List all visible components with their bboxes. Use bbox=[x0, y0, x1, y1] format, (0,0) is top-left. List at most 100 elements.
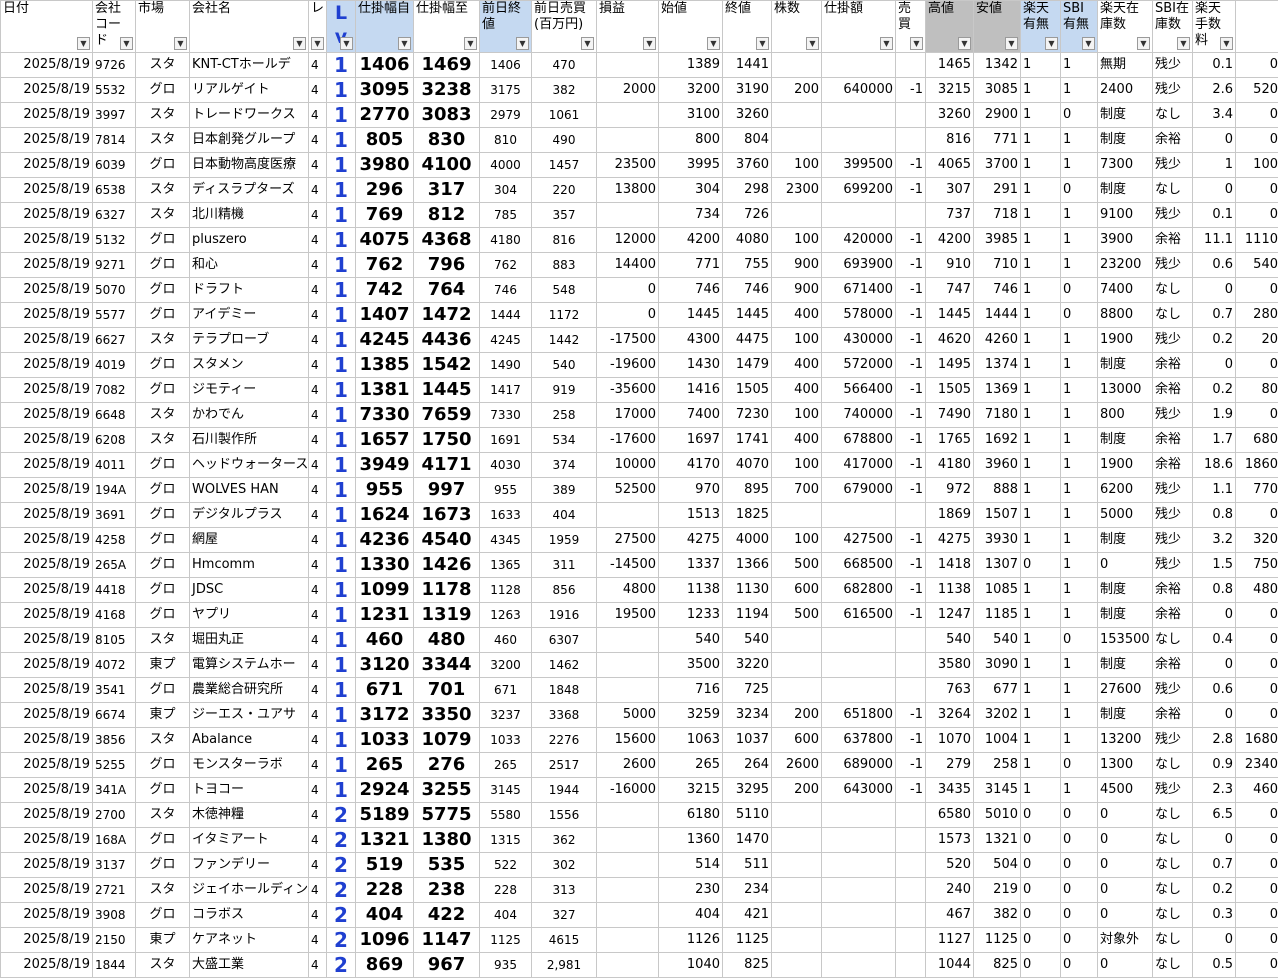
cell-from[interactable]: 3095 bbox=[355, 77, 414, 103]
cell-amount[interactable]: 740000 bbox=[821, 402, 896, 428]
cell-vol[interactable]: 919 bbox=[531, 377, 597, 403]
cell-lv[interactable]: 2 bbox=[326, 827, 356, 853]
cell-market[interactable]: スタ bbox=[135, 952, 190, 978]
cell-lv[interactable]: 1 bbox=[326, 777, 356, 803]
cell-prev[interactable]: 2979 bbox=[479, 102, 532, 128]
cell-market[interactable]: 東プ bbox=[135, 927, 190, 953]
cell-rk[interactable]: 1 bbox=[1020, 302, 1061, 328]
cell-low[interactable]: 1085 bbox=[973, 577, 1021, 603]
cell-market[interactable]: グロ bbox=[135, 452, 190, 478]
cell-fee2[interactable]: 750 bbox=[1235, 552, 1278, 578]
cell-prev[interactable]: 4345 bbox=[479, 527, 532, 553]
column-header-date[interactable]: 日付 ▼ bbox=[0, 0, 93, 53]
cell-open[interactable]: 230 bbox=[658, 877, 723, 903]
cell-market[interactable]: グロ bbox=[135, 227, 190, 253]
cell-level[interactable]: 4 bbox=[308, 227, 327, 253]
cell-level[interactable]: 4 bbox=[308, 427, 327, 453]
cell-pl[interactable]: -17500 bbox=[596, 327, 659, 353]
cell-rk[interactable]: 1 bbox=[1020, 277, 1061, 303]
cell-close[interactable]: 3760 bbox=[722, 152, 772, 178]
cell-shares[interactable]: 900 bbox=[771, 252, 822, 278]
cell-fee[interactable]: 0.7 bbox=[1192, 852, 1236, 878]
cell-low[interactable]: 771 bbox=[973, 127, 1021, 153]
cell-name[interactable]: ディスラプターズ bbox=[189, 177, 309, 203]
cell-shares[interactable]: 500 bbox=[771, 552, 822, 578]
cell-name[interactable]: Abalance bbox=[189, 727, 309, 753]
cell-market[interactable]: スタ bbox=[135, 877, 190, 903]
cell-from[interactable]: 742 bbox=[355, 277, 414, 303]
cell-from[interactable]: 296 bbox=[355, 177, 414, 203]
cell-vol[interactable]: 816 bbox=[531, 227, 597, 253]
cell-low[interactable]: 7180 bbox=[973, 402, 1021, 428]
cell-low[interactable]: 1185 bbox=[973, 602, 1021, 628]
cell-fee2[interactable]: 280 bbox=[1235, 302, 1278, 328]
cell-date[interactable]: 2025/8/19 bbox=[0, 102, 93, 128]
cell-sbi[interactable]: 1 bbox=[1060, 427, 1098, 453]
cell-from[interactable]: 1381 bbox=[355, 377, 414, 403]
cell-date[interactable]: 2025/8/19 bbox=[0, 177, 93, 203]
cell-vol[interactable]: 374 bbox=[531, 452, 597, 478]
cell-sbi[interactable]: 1 bbox=[1060, 202, 1098, 228]
cell-shares[interactable]: 2300 bbox=[771, 177, 822, 203]
cell-lv[interactable]: 1 bbox=[326, 627, 356, 653]
cell-from[interactable]: 1407 bbox=[355, 302, 414, 328]
cell-shares[interactable] bbox=[771, 852, 822, 878]
cell-level[interactable]: 4 bbox=[308, 327, 327, 353]
cell-amount[interactable] bbox=[821, 627, 896, 653]
cell-level[interactable]: 4 bbox=[308, 52, 327, 78]
cell-from[interactable]: 955 bbox=[355, 477, 414, 503]
cell-market[interactable]: グロ bbox=[135, 302, 190, 328]
cell-pl[interactable] bbox=[596, 877, 659, 903]
cell-sbi[interactable]: 1 bbox=[1060, 227, 1098, 253]
cell-side[interactable] bbox=[895, 802, 926, 828]
cell-side[interactable] bbox=[895, 502, 926, 528]
cell-vol[interactable]: 2,981 bbox=[531, 952, 597, 978]
cell-amount[interactable] bbox=[821, 102, 896, 128]
cell-lv[interactable]: 1 bbox=[326, 727, 356, 753]
cell-shares[interactable]: 100 bbox=[771, 452, 822, 478]
cell-high[interactable]: 1138 bbox=[925, 577, 974, 603]
cell-code[interactable]: 7082 bbox=[92, 377, 136, 403]
cell-rk[interactable]: 1 bbox=[1020, 102, 1061, 128]
cell-rkstock[interactable]: 制度 bbox=[1097, 527, 1153, 553]
cell-name[interactable]: ジーエス・ユアサ bbox=[189, 702, 309, 728]
column-header-prev[interactable]: 前日終値 ▼ bbox=[479, 0, 532, 53]
cell-market[interactable]: スタ bbox=[135, 327, 190, 353]
cell-amount[interactable] bbox=[821, 902, 896, 928]
cell-name[interactable]: 木徳神糧 bbox=[189, 802, 309, 828]
cell-market[interactable]: グロ bbox=[135, 477, 190, 503]
cell-open[interactable]: 404 bbox=[658, 902, 723, 928]
filter-dropdown-icon[interactable]: ▼ bbox=[1045, 37, 1058, 50]
cell-to[interactable]: 4100 bbox=[413, 152, 480, 178]
cell-pl[interactable]: 0 bbox=[596, 277, 659, 303]
cell-date[interactable]: 2025/8/19 bbox=[0, 652, 93, 678]
cell-amount[interactable]: 616500 bbox=[821, 602, 896, 628]
cell-rk[interactable]: 1 bbox=[1020, 502, 1061, 528]
cell-low[interactable]: 1374 bbox=[973, 352, 1021, 378]
cell-vol[interactable]: 362 bbox=[531, 827, 597, 853]
cell-pl[interactable]: -14500 bbox=[596, 552, 659, 578]
cell-name[interactable]: Hmcomm bbox=[189, 552, 309, 578]
cell-vol[interactable]: 1916 bbox=[531, 602, 597, 628]
cell-high[interactable]: 520 bbox=[925, 852, 974, 878]
cell-prev[interactable]: 762 bbox=[479, 252, 532, 278]
cell-low[interactable]: 677 bbox=[973, 677, 1021, 703]
cell-high[interactable]: 1127 bbox=[925, 927, 974, 953]
cell-lv[interactable]: 1 bbox=[326, 102, 356, 128]
cell-low[interactable]: 3202 bbox=[973, 702, 1021, 728]
cell-fee[interactable]: 0.6 bbox=[1192, 252, 1236, 278]
cell-fee2[interactable]: 20 bbox=[1235, 327, 1278, 353]
cell-sbistock[interactable]: 残少 bbox=[1152, 252, 1193, 278]
cell-high[interactable]: 4200 bbox=[925, 227, 974, 253]
cell-close[interactable]: 7230 bbox=[722, 402, 772, 428]
cell-code[interactable]: 6674 bbox=[92, 702, 136, 728]
cell-close[interactable]: 726 bbox=[722, 202, 772, 228]
cell-code[interactable]: 4072 bbox=[92, 652, 136, 678]
cell-prev[interactable]: 1691 bbox=[479, 427, 532, 453]
cell-low[interactable]: 888 bbox=[973, 477, 1021, 503]
cell-fee2[interactable]: 0 bbox=[1235, 277, 1278, 303]
cell-vol[interactable]: 258 bbox=[531, 402, 597, 428]
cell-pl[interactable] bbox=[596, 827, 659, 853]
cell-open[interactable]: 4170 bbox=[658, 452, 723, 478]
cell-vol[interactable]: 382 bbox=[531, 77, 597, 103]
